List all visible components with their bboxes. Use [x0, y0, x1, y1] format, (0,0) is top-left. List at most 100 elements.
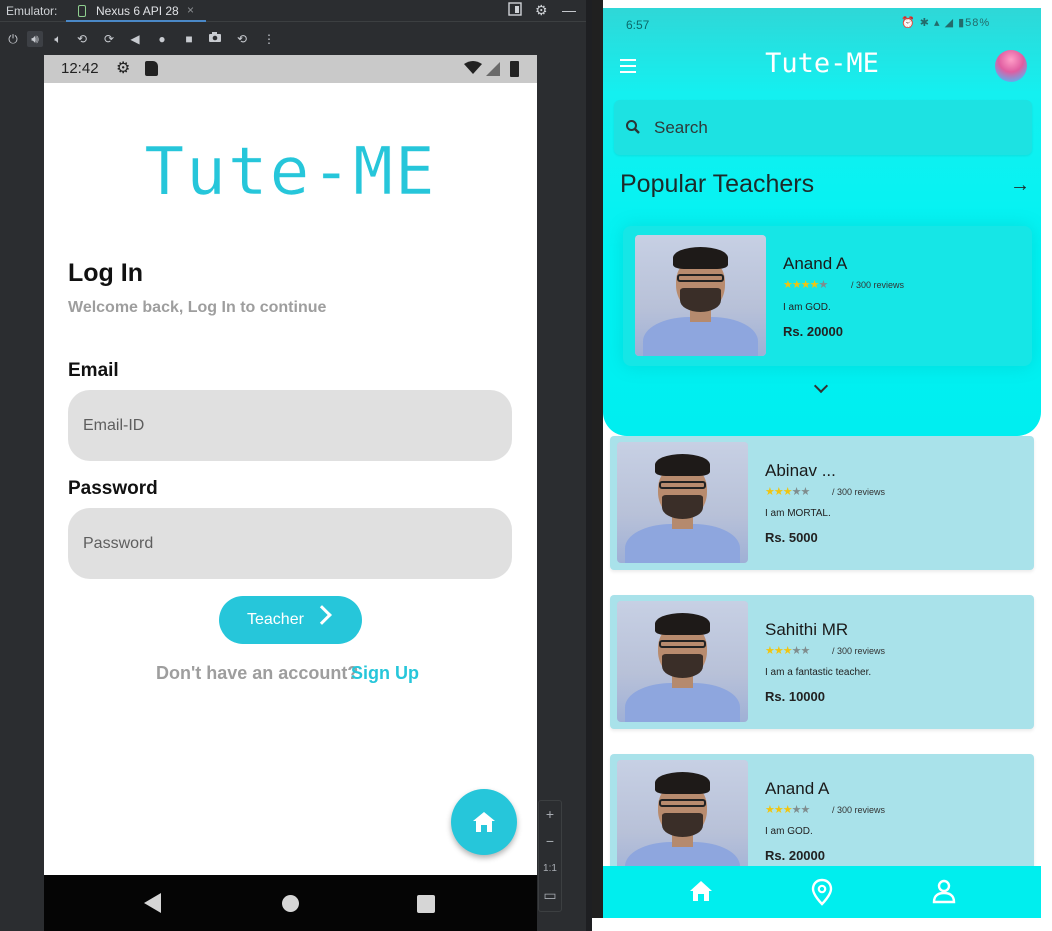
teacher-photo: [617, 601, 748, 722]
teacher-button[interactable]: Teacher: [219, 596, 362, 644]
layout-icon[interactable]: [508, 2, 522, 19]
home-header: 6:57 ⏰ ✱ ▴ ◢ ▮58% Tute-ME Popular Teache…: [603, 8, 1041, 436]
reviews-count: / 300 reviews: [832, 646, 886, 656]
status-time: 6:57: [626, 18, 650, 32]
teacher-description: I am GOD.: [783, 302, 831, 313]
emulator-label: Emulator:: [6, 4, 58, 18]
overview-icon[interactable]: ■: [181, 31, 197, 47]
email-label: Email: [68, 360, 119, 381]
teacher-price: Rs. 20000: [765, 848, 825, 863]
rotate-left-icon[interactable]: ⟲: [74, 31, 90, 47]
phone-frame-bottom: [592, 918, 1052, 931]
teacher-card[interactable]: Sahithi MR ★★★★★ / 300 reviews I am a fa…: [610, 595, 1034, 729]
page-subtitle: Welcome back, Log In to continue: [68, 299, 327, 316]
rating-stars: ★★★★★: [765, 486, 810, 498]
rating-stars: ★★★★★: [783, 279, 828, 291]
teacher-name: Anand A: [765, 779, 830, 798]
home-screen: 6:57 ⏰ ✱ ▴ ◢ ▮58% Tute-ME Popular Teache…: [603, 8, 1041, 918]
password-label: Password: [68, 478, 158, 499]
volume-up-icon[interactable]: 🔊︎: [27, 31, 43, 47]
search-icon: [625, 119, 641, 140]
teacher-photo: [617, 760, 748, 881]
location-pin-icon[interactable]: [810, 878, 834, 911]
home-icon: [473, 812, 495, 832]
status-bar: 6:57 ⏰ ✱ ▴ ◢ ▮58%: [603, 8, 1041, 40]
phone-frame-edge: [592, 0, 603, 931]
reviews-count: / 300 reviews: [832, 487, 886, 497]
reviews-count: / 300 reviews: [832, 805, 886, 815]
screen-fit-icon[interactable]: ▭: [539, 882, 561, 909]
teacher-description: I am MORTAL.: [765, 508, 831, 519]
back-triangle-icon[interactable]: [144, 893, 161, 913]
home-circle-icon[interactable]: [282, 895, 299, 912]
teacher-photo: [635, 235, 766, 356]
more-options-icon[interactable]: ⋮: [261, 31, 277, 47]
zoom-reset-button[interactable]: 1:1: [539, 855, 561, 882]
camera-icon[interactable]: [207, 31, 223, 47]
emulator-titlebar: Emulator: Nexus 6 API 28 × ⚙ —: [0, 0, 586, 22]
app-bar: Tute-ME: [603, 40, 1041, 95]
minimize-icon[interactable]: —: [562, 2, 576, 18]
reviews-count: / 300 reviews: [851, 280, 905, 290]
settings-gear-icon[interactable]: ⚙: [535, 2, 548, 19]
emulator-window: Emulator: Nexus 6 API 28 × ⚙ — ⏻ 🔊︎ 🔈︎ ⟲…: [0, 0, 586, 931]
zoom-controls: + − 1:1 ▭: [538, 800, 562, 912]
profile-icon[interactable]: [931, 878, 957, 909]
status-bar: 12:42 ⚙: [44, 55, 537, 83]
chevron-right-icon: [312, 605, 332, 625]
no-account-text: Don't have an account?: [156, 663, 359, 683]
home-fab-button[interactable]: [451, 789, 517, 855]
arrow-right-icon[interactable]: →: [1010, 174, 1030, 197]
teacher-name: Abinav ...: [765, 461, 836, 480]
volume-down-icon[interactable]: 🔈︎: [50, 31, 66, 47]
teacher-description: I am GOD.: [765, 826, 813, 837]
app-logo: Tute-ME: [144, 133, 437, 211]
teacher-button-label: Teacher: [247, 611, 304, 628]
teacher-price: Rs. 10000: [765, 689, 825, 704]
zoom-out-button[interactable]: −: [539, 828, 561, 855]
rotate-right-icon[interactable]: ⟳: [101, 31, 117, 47]
rating-stars: ★★★★★: [765, 804, 810, 816]
status-icons: ⏰ ✱ ▴ ◢ ▮58%: [901, 17, 991, 29]
avatar[interactable]: [995, 50, 1027, 82]
battery-icon: [510, 61, 519, 77]
sd-card-icon: [145, 61, 158, 76]
teacher-price: Rs. 20000: [783, 324, 843, 339]
section-title: Popular Teachers: [620, 170, 815, 198]
search-input[interactable]: [614, 100, 1032, 155]
featured-teacher-card[interactable]: Anand A ★★★★★ / 300 reviews I am GOD. Rs…: [623, 226, 1032, 366]
home-circle-icon[interactable]: ●: [154, 31, 170, 47]
teacher-description: I am a fantastic teacher.: [765, 667, 872, 678]
status-time: 12:42: [61, 60, 99, 77]
snapshot-icon[interactable]: ⟲: [234, 31, 250, 47]
signal-icon: [486, 62, 500, 76]
chevron-down-icon[interactable]: [813, 378, 829, 394]
power-icon[interactable]: ⏻: [5, 31, 21, 47]
settings-status-icon: ⚙: [116, 60, 131, 77]
emulator-toolbar: ⏻ 🔊︎ 🔈︎ ⟲ ⟳ ◀ ● ■ ⟲ ⋮: [0, 23, 586, 53]
teacher-photo: [617, 442, 748, 563]
device-icon: [78, 5, 86, 17]
recents-square-icon[interactable]: [417, 895, 435, 913]
home-icon[interactable]: [688, 878, 714, 909]
android-nav-bar: [44, 875, 537, 931]
emulator-device-tab[interactable]: Nexus 6 API 28 ×: [66, 0, 206, 22]
zoom-in-button[interactable]: +: [539, 801, 561, 828]
teacher-price: Rs. 5000: [765, 530, 818, 545]
app-logo: Tute-ME: [765, 48, 879, 79]
battery-percentage: 58%: [965, 17, 991, 29]
page-title: Log In: [68, 259, 143, 287]
teacher-card[interactable]: Abinav ... ★★★★★ / 300 reviews I am MORT…: [610, 436, 1034, 570]
device-tab-title: Nexus 6 API 28: [96, 4, 179, 18]
password-field[interactable]: [68, 508, 512, 579]
close-tab-icon[interactable]: ×: [187, 3, 194, 17]
back-icon[interactable]: ◀: [127, 31, 143, 47]
teacher-name: Sahithi MR: [765, 620, 849, 639]
wifi-icon: [464, 60, 482, 77]
email-field[interactable]: [68, 390, 512, 461]
teacher-name: Anand A: [783, 254, 848, 273]
signup-link[interactable]: Sign Up: [351, 663, 419, 684]
bottom-nav: [603, 866, 1041, 918]
login-screen: 12:42 ⚙ Tute-ME Log In Welcome back, Log…: [44, 55, 537, 931]
rating-stars: ★★★★★: [765, 645, 810, 657]
